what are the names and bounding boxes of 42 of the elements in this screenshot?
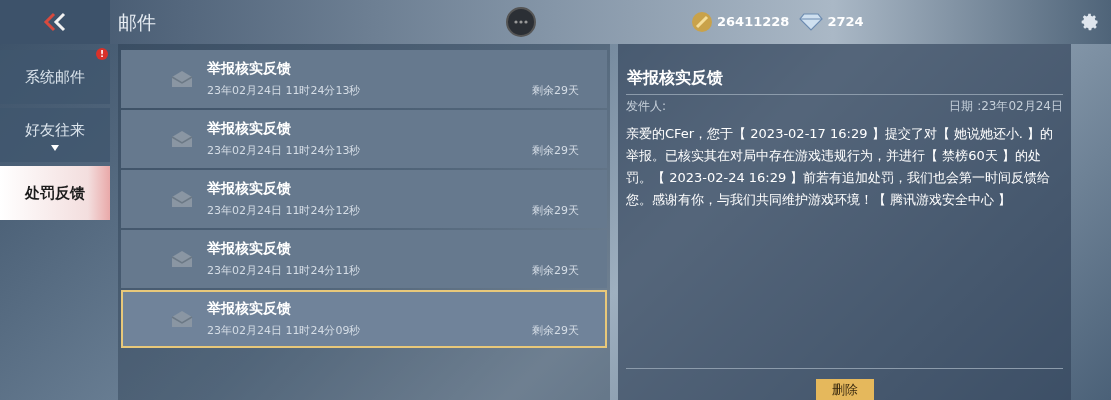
envelope-icon: [171, 70, 193, 88]
mail-title: 举报核实反馈: [207, 239, 292, 259]
delete-button[interactable]: 删除: [815, 378, 874, 400]
mail-title: 举报核实反馈: [207, 119, 292, 139]
mail-date: 23年02月24日 11时24分11秒: [207, 263, 361, 280]
mail-item[interactable]: 举报核实反馈 23年02月24日 11时24分13秒 剩余29天: [121, 50, 607, 108]
sender-label: 发件人:: [626, 98, 667, 115]
page-title: 邮件: [118, 9, 156, 35]
mail-expiry: 剩余29天: [532, 323, 579, 340]
mail-date: 23年02月24日 11时24分13秒: [207, 83, 361, 100]
mail-date: 日期 :23年02月24日: [949, 98, 1063, 115]
mail-item[interactable]: 举报核实反馈 23年02月24日 11时24分12秒 剩余29天: [121, 170, 607, 228]
envelope-icon: [171, 130, 193, 148]
envelope-icon: [171, 310, 193, 328]
sidebar-tab[interactable]: 好友往来: [0, 108, 110, 162]
mail-expiry: 剩余29天: [532, 143, 579, 160]
envelope-icon: [171, 250, 193, 268]
mail-item[interactable]: 举报核实反馈 23年02月24日 11时24分09秒 剩余29天: [121, 290, 607, 348]
mail-body: 亲爱的CFer，您于【 2023-02-17 16:29 】提交了对【 她说她还小. 】的举报。已核实其在对局中存在游戏违规行为，并进行【 禁榜60天 】的处罚。【 2023-02-24 16:29 】前若有追加处罚，我们也会第一时间反馈给您。感谢有你，与我们共同维护游戏环境！【 腾讯游戏安全中心 】: [626, 125, 1054, 209]
mail-item[interactable]: 举报核实反馈 23年02月24日 11时24分11秒 剩余29天: [121, 230, 607, 288]
mail-title: 举报核实反馈: [207, 299, 292, 319]
settings-icon[interactable]: [1079, 12, 1100, 32]
mail-date: 23年02月24日 11时24分12秒: [207, 203, 361, 220]
coin-icon: [691, 11, 713, 33]
chat-icon[interactable]: [506, 7, 536, 37]
alert-badge: !: [96, 48, 108, 60]
mail-date: 23年02月24日 11时24分09秒: [207, 323, 361, 340]
mail-item[interactable]: 举报核实反馈 23年02月24日 11时24分13秒 剩余29天: [121, 110, 607, 168]
sidebar-tab[interactable]: 处罚反馈: [0, 166, 110, 220]
mail-title: 举报核实反馈: [207, 179, 292, 199]
mail-date: 23年02月24日 11时24分13秒: [207, 143, 361, 160]
sidebar-tab[interactable]: ! 系统邮件: [0, 50, 110, 104]
mail-title: 举报核实反馈: [207, 59, 292, 79]
diamond-count: 2724: [827, 13, 864, 32]
mail-detail-title: 举报核实反馈: [627, 67, 724, 89]
diamond-icon: [799, 13, 824, 31]
mail-expiry: 剩余29天: [532, 83, 579, 100]
envelope-icon: [171, 190, 193, 208]
back-chevrons-icon[interactable]: [42, 12, 68, 32]
mail-expiry: 剩余29天: [532, 203, 579, 220]
coin-count: 26411228: [717, 13, 790, 32]
mail-expiry: 剩余29天: [532, 263, 579, 280]
